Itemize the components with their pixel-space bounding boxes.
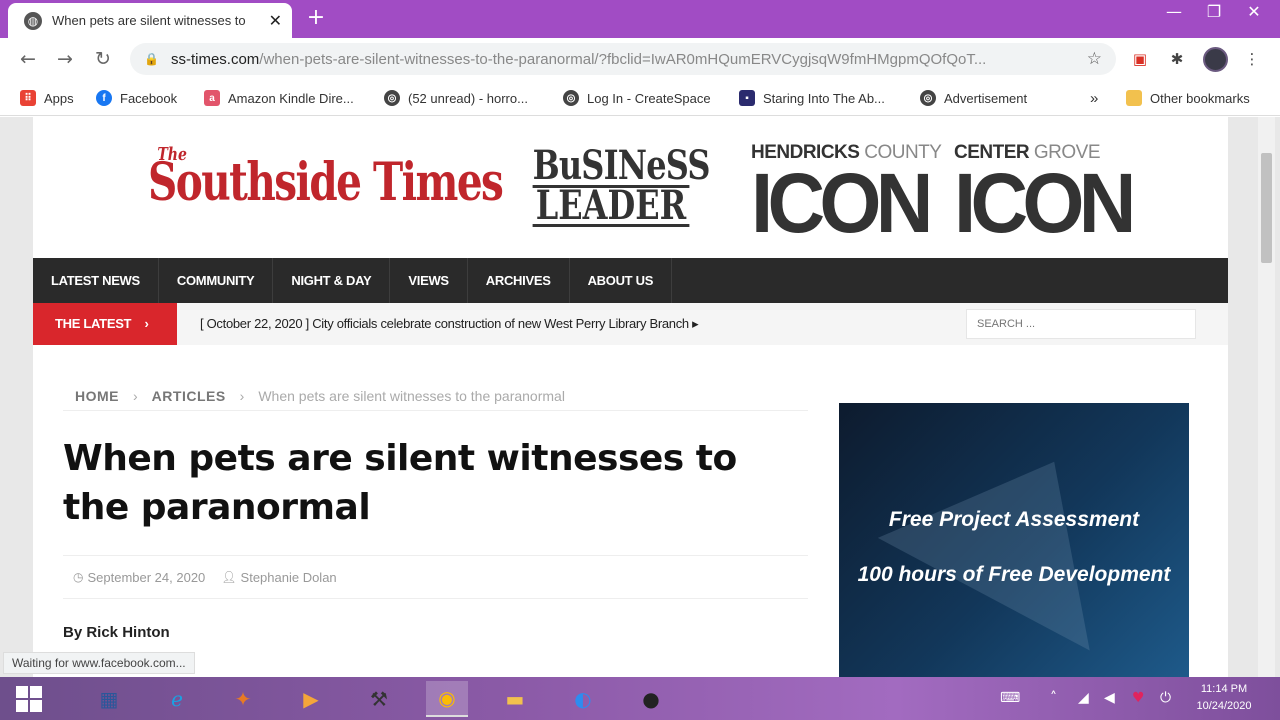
southside-times-logo[interactable]: The Southside Times — [148, 144, 504, 213]
tab-title: When pets are silent witnesses to — [52, 13, 246, 28]
url-text[interactable]: ss-times.com/when-pets-are-silent-witnes… — [171, 51, 1071, 68]
heart-icon[interactable]: ♥ — [1132, 677, 1145, 720]
lock-icon: 🔒 — [144, 52, 159, 66]
start-button[interactable] — [8, 681, 50, 717]
business-leader-logo[interactable]: BuSINeSS LEADER — [513, 146, 711, 227]
puzzle-extensions-icon[interactable]: ✱ — [1166, 48, 1188, 70]
forward-arrow-icon[interactable]: → — [53, 47, 77, 71]
browser-toolbar: ← → ↻ 🔒 ss-times.com/when-pets-are-silen… — [0, 38, 1280, 80]
menu-kebab-icon[interactable]: ⋮ — [1241, 48, 1263, 70]
bookmark-amazon-kindle[interactable]: a Amazon Kindle Dire... — [204, 88, 354, 108]
bookmarks-overflow-icon[interactable]: » — [1090, 88, 1098, 108]
ad-line-1: Free Project Assessment — [888, 508, 1140, 531]
restore-button[interactable]: ❐ — [1194, 0, 1234, 24]
nav-night-and-day[interactable]: NIGHT & DAY — [273, 258, 391, 303]
nav-about-us[interactable]: ABOUT US — [570, 258, 673, 303]
taskbar-clock[interactable]: 11:14 PM 10/24/2020 — [1188, 681, 1260, 715]
article-byline: By Rick Hinton — [63, 624, 170, 641]
site-favicon-icon: ◍ — [24, 11, 42, 30]
word-icon[interactable]: ▦ — [88, 681, 130, 717]
masthead: The Southside Times BuSINeSS LEADER HEND… — [33, 117, 1228, 257]
bookmark-apps[interactable]: ⠿ Apps — [20, 88, 74, 108]
back-arrow-icon[interactable]: ← — [16, 47, 40, 71]
status-bubble: Waiting for www.facebook.com... — [3, 652, 195, 674]
main-nav: LATEST NEWS COMMUNITY NIGHT & DAY VIEWS … — [33, 258, 1228, 303]
article-date: September 24, 2020 — [87, 569, 206, 585]
screen: ◍ When pets are silent witnesses to ✕ + … — [0, 0, 1280, 720]
media-player-icon[interactable]: ▶ — [290, 681, 332, 717]
article-author[interactable]: Stephanie Dolan — [241, 570, 337, 585]
minimize-button[interactable]: — — [1154, 0, 1194, 24]
edge-icon[interactable]: ◐ — [562, 681, 604, 717]
center-grove-icon-logo[interactable]: CENTER GROVE ICON — [954, 142, 1136, 245]
breadcrumb-separator-icon: › — [239, 387, 245, 404]
reload-icon[interactable]: ↻ — [91, 47, 115, 71]
facebook-icon: f — [96, 90, 112, 106]
page-viewport: The Southside Times BuSINeSS LEADER HEND… — [0, 117, 1280, 677]
nav-community[interactable]: COMMUNITY — [159, 258, 274, 303]
keyboard-icon[interactable]: ⌨ — [1000, 677, 1020, 720]
file-explorer-icon[interactable]: ▬ — [494, 681, 536, 717]
globe-icon: ◎ — [920, 90, 936, 106]
hammer-icon[interactable]: ⚒ — [358, 681, 400, 717]
bookmark-site-icon: ▪ — [739, 90, 755, 106]
chrome-icon[interactable]: ◉ — [426, 681, 468, 717]
folder-icon — [1126, 90, 1142, 106]
user-icon: 👤︎ — [221, 570, 237, 584]
breadcrumb-articles[interactable]: ARTICLES — [152, 388, 226, 404]
apps-grid-icon: ⠿ — [20, 90, 36, 106]
profile-avatar[interactable] — [1203, 47, 1228, 72]
the-latest-label: THE LATEST › — [33, 303, 177, 345]
obs-icon[interactable]: ● — [630, 681, 672, 717]
other-bookmarks[interactable]: Other bookmarks — [1126, 88, 1250, 108]
windows-taskbar: ▦ ℯ ✦ ▶ ⚒ ◉ ▬ ◐ ● ⌨ ˄ ◢ ◀ ♥ ⏻ 11:14 PM 1… — [0, 677, 1280, 720]
bookmark-staring[interactable]: ▪ Staring Into The Ab... — [739, 88, 885, 108]
globe-icon: ◎ — [384, 90, 400, 106]
extension-icon[interactable]: ▣ — [1129, 48, 1151, 70]
search-input[interactable] — [966, 309, 1196, 339]
hendricks-county-icon-logo[interactable]: HENDRICKS COUNTY ICON — [751, 142, 942, 245]
windows-logo-icon — [16, 686, 42, 712]
close-window-button[interactable]: ✕ — [1234, 0, 1274, 24]
nav-archives[interactable]: ARCHIVES — [468, 258, 570, 303]
globe-icon: ◎ — [563, 90, 579, 106]
nav-latest-news[interactable]: LATEST NEWS — [33, 258, 159, 303]
bookmarks-bar: ⠿ Apps f Facebook a Amazon Kindle Dire... ◎… — [0, 80, 1280, 116]
chevron-right-icon: › — [144, 316, 149, 331]
article-title: When pets are silent witnesses to the pa… — [63, 438, 737, 528]
tab-close-icon[interactable]: ✕ — [269, 11, 282, 30]
bookmark-facebook[interactable]: f Facebook — [96, 88, 177, 108]
browser-tab[interactable]: ◍ When pets are silent witnesses to ✕ — [8, 3, 292, 38]
ad-line-2: 100 hours of Free Development — [857, 563, 1171, 586]
breadcrumb: HOME › ARTICLES › When pets are silent w… — [63, 381, 808, 411]
breadcrumb-home[interactable]: HOME — [75, 388, 119, 404]
bookmark-star-icon[interactable]: ☆ — [1087, 49, 1102, 69]
amazon-kindle-icon: a — [204, 90, 220, 106]
new-tab-button[interactable]: + — [302, 6, 330, 32]
site-container: The Southside Times BuSINeSS LEADER HEND… — [33, 117, 1228, 677]
power-icon[interactable]: ⏻ — [1160, 677, 1171, 720]
breadcrumb-current: When pets are silent witnesses to the pa… — [258, 387, 565, 404]
tray-overflow-icon[interactable]: ˄ — [1050, 677, 1057, 720]
app-icon[interactable]: ✦ — [222, 681, 264, 717]
volume-icon[interactable]: ◀ — [1104, 677, 1115, 720]
bookmark-unread[interactable]: ◎ (52 unread) - horro... — [384, 88, 528, 108]
scrollbar-thumb[interactable] — [1261, 153, 1272, 263]
tab-strip: ◍ When pets are silent witnesses to ✕ + … — [0, 0, 1280, 38]
clock-icon: ◷ — [73, 570, 84, 584]
address-bar[interactable]: 🔒 ss-times.com/when-pets-are-silent-witn… — [130, 43, 1116, 75]
bookmark-advertisement[interactable]: ◎ Advertisement — [920, 88, 1027, 108]
internet-explorer-icon[interactable]: ℯ — [156, 681, 198, 717]
news-ticker: THE LATEST › [ October 22, 2020 ] City o… — [33, 303, 1228, 345]
network-icon[interactable]: ◢ — [1078, 677, 1089, 720]
bookmark-createspace[interactable]: ◎ Log In - CreateSpace — [563, 88, 711, 108]
breadcrumb-separator-icon: › — [133, 387, 138, 404]
page-scrollbar[interactable] — [1258, 117, 1275, 677]
article-meta: ◷ September 24, 2020 👤︎ Stephanie Dolan — [63, 555, 808, 599]
nav-views[interactable]: VIEWS — [390, 258, 468, 303]
ticker-headline[interactable]: [ October 22, 2020 ] City officials cele… — [200, 303, 699, 345]
sidebar-ad[interactable]: Free Project Assessment 100 hours of Fre… — [839, 403, 1189, 677]
